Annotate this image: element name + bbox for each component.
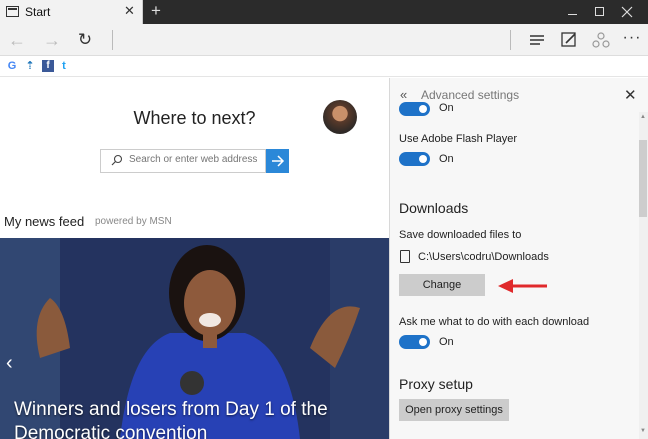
toolbar-divider: [510, 30, 511, 50]
facebook-favorite-icon[interactable]: f: [42, 60, 54, 72]
maximize-button[interactable]: [585, 3, 613, 21]
share-button[interactable]: [589, 28, 613, 52]
annotation-arrow-icon: [498, 279, 547, 293]
minimize-button[interactable]: [558, 3, 586, 21]
address-divider: [112, 30, 113, 50]
forward-button[interactable]: →: [40, 28, 64, 52]
refresh-button[interactable]: ↻: [73, 28, 97, 52]
tab-page-icon: [6, 6, 19, 17]
avatar[interactable]: [323, 100, 357, 134]
download-path: C:\Users\codru\Downloads: [418, 251, 549, 263]
favorites-bar: G ⇡ f t: [0, 57, 648, 77]
downloads-heading: Downloads: [399, 200, 469, 216]
arrow-right-icon: [272, 155, 285, 167]
google-favorite-icon[interactable]: G: [6, 60, 18, 72]
ask-download-label: Ask me what to do with each download: [399, 316, 590, 328]
flash-player-toggle-label: On: [439, 153, 454, 165]
proxy-setup-heading: Proxy setup: [399, 376, 473, 392]
search-input[interactable]: [129, 154, 264, 165]
share-icon: [592, 32, 610, 48]
minimize-icon: [567, 14, 577, 15]
advanced-settings-panel: « Advanced settings ✕ On Use Adobe Flash…: [389, 78, 648, 439]
tab-start[interactable]: Start ✕: [0, 0, 143, 24]
new-tab-button[interactable]: +: [148, 1, 164, 21]
flash-player-toggle[interactable]: [399, 152, 430, 166]
hub-icon: [530, 35, 544, 45]
title-bar: Start ✕ +: [0, 0, 648, 24]
panel-scrollbar-thumb[interactable]: [639, 140, 647, 217]
search-icon: [111, 154, 123, 166]
more-options-button[interactable]: ···: [620, 28, 644, 52]
tab-close-icon[interactable]: ✕: [124, 3, 135, 19]
twitter-favorite-icon[interactable]: t: [58, 60, 70, 72]
ask-download-toggle[interactable]: [399, 335, 430, 349]
accessibility-favorite-icon[interactable]: ⇡: [24, 60, 36, 72]
panel-title: Advanced settings: [421, 88, 520, 102]
search-box[interactable]: [100, 149, 266, 173]
open-proxy-settings-button[interactable]: Open proxy settings: [399, 399, 509, 421]
search-go-button[interactable]: [266, 149, 289, 173]
powered-by-label: powered by MSN: [95, 216, 172, 227]
scroll-down-icon[interactable]: ▼: [640, 428, 646, 434]
hub-button[interactable]: [525, 28, 549, 52]
close-window-icon: [621, 6, 633, 18]
ask-download-toggle-label: On: [439, 336, 454, 348]
start-page: Where to next? My news feed powered by M…: [0, 78, 389, 439]
top-setting-toggle[interactable]: [399, 102, 430, 116]
web-note-button[interactable]: [557, 28, 581, 52]
news-hero-card[interactable]: ‹ Winners and losers from Day 1 of the D…: [0, 238, 389, 439]
save-location-label: Save downloaded files to: [399, 229, 522, 241]
scroll-up-icon[interactable]: ▲: [640, 114, 646, 120]
back-chevron-icon[interactable]: «: [400, 87, 407, 102]
back-button[interactable]: ←: [5, 28, 29, 52]
panel-close-icon[interactable]: ✕: [624, 86, 637, 104]
flash-player-label: Use Adobe Flash Player: [399, 133, 518, 145]
tab-title: Start: [25, 5, 51, 19]
news-headline[interactable]: Winners and losers from Day 1 of the Dem…: [14, 398, 384, 439]
previous-story-button[interactable]: ‹: [6, 352, 13, 375]
close-window-button[interactable]: [613, 3, 641, 21]
news-feed-title: My news feed: [4, 214, 85, 229]
change-download-folder-button[interactable]: Change: [399, 274, 485, 296]
web-note-icon: [561, 32, 576, 47]
maximize-icon: [594, 7, 604, 16]
navigation-bar: ← → ↻ ···: [0, 24, 648, 56]
top-setting-toggle-label: On: [439, 102, 454, 114]
file-icon: [400, 250, 410, 263]
